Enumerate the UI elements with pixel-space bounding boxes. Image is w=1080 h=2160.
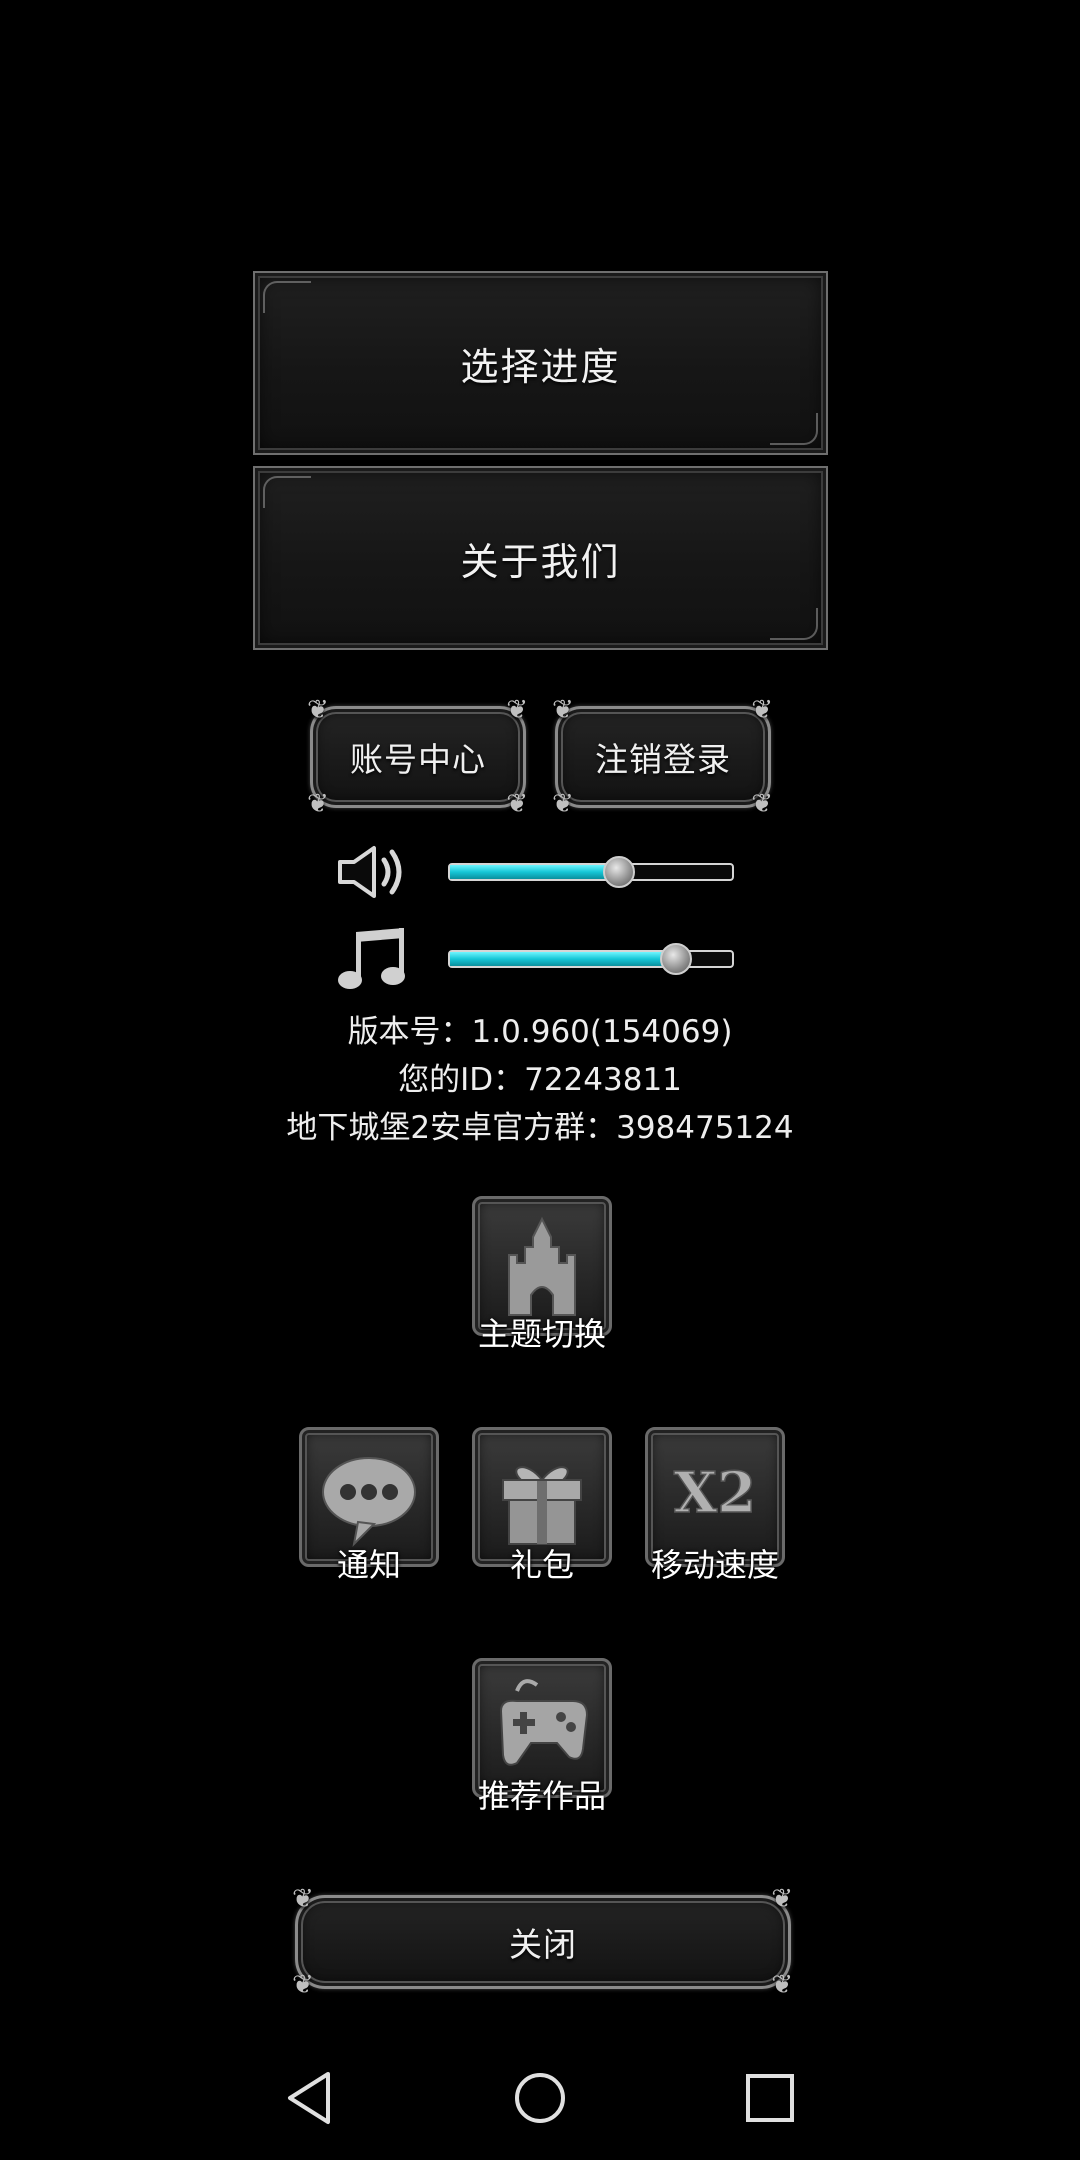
ornament-icon: ❦ bbox=[307, 695, 330, 725]
recommended-works-button[interactable]: 推荐作品 bbox=[472, 1658, 612, 1815]
close-button[interactable]: ❦ ❦ ❦ ❦ 关闭 bbox=[292, 1886, 793, 1998]
ornament-icon: ❦ bbox=[506, 789, 529, 819]
version-text: 版本号：1.0.960(154069) bbox=[347, 1014, 733, 1050]
music-note-icon bbox=[338, 928, 405, 989]
ornament-icon: ❦ bbox=[751, 695, 774, 725]
account-center-button[interactable]: ❦ ❦ ❦ ❦ 账号中心 bbox=[307, 697, 528, 817]
ornament-icon: ❦ bbox=[292, 1884, 315, 1914]
recommended-works-label: 推荐作品 bbox=[477, 1777, 606, 1815]
ornament-icon: ❦ bbox=[506, 695, 529, 725]
sound-volume-slider[interactable] bbox=[448, 856, 734, 888]
x2-speed-icon: X2 bbox=[673, 1459, 757, 1527]
official-group-text: 地下城堡2安卓官方群：398475124 bbox=[286, 1110, 794, 1146]
gift-box-icon bbox=[502, 1466, 582, 1545]
home-circle-icon[interactable] bbox=[512, 2070, 568, 2126]
ornament-icon: ❦ bbox=[751, 789, 774, 819]
gift-button[interactable]: 礼包 bbox=[472, 1427, 612, 1584]
about-us-button[interactable]: 关于我们 bbox=[253, 466, 828, 650]
select-progress-button[interactable]: 选择进度 bbox=[253, 271, 828, 455]
theme-switch-label: 主题切换 bbox=[477, 1315, 606, 1353]
music-volume-fill bbox=[450, 952, 676, 966]
close-label: 关闭 bbox=[509, 1925, 577, 1964]
logout-label: 注销登录 bbox=[595, 740, 731, 779]
select-progress-label: 选择进度 bbox=[460, 344, 621, 389]
move-speed-button[interactable]: X2 移动速度 bbox=[645, 1427, 785, 1584]
speaker-icon bbox=[338, 846, 402, 898]
music-volume-handle[interactable] bbox=[659, 943, 692, 975]
notice-button[interactable]: 通知 bbox=[299, 1427, 439, 1584]
ornament-icon: ❦ bbox=[307, 789, 330, 819]
gamepad-icon bbox=[499, 1679, 589, 1766]
account-center-label: 账号中心 bbox=[350, 740, 486, 779]
ornament-icon: ❦ bbox=[552, 695, 575, 725]
move-speed-label: 移动速度 bbox=[650, 1546, 779, 1584]
x2-badge-text: X2 bbox=[674, 1460, 756, 1526]
user-id-text: 您的ID：72243811 bbox=[398, 1062, 682, 1098]
music-volume-slider[interactable] bbox=[448, 943, 734, 975]
recent-square-icon[interactable] bbox=[744, 2072, 796, 2124]
sound-volume-fill bbox=[450, 865, 620, 879]
back-triangle-icon[interactable] bbox=[284, 2070, 334, 2126]
ornament-icon: ❦ bbox=[771, 1970, 794, 2000]
about-us-label: 关于我们 bbox=[460, 539, 621, 584]
sound-volume-handle[interactable] bbox=[603, 856, 636, 888]
ornament-icon: ❦ bbox=[771, 1884, 794, 1914]
castle-icon bbox=[508, 1216, 576, 1316]
chat-bubble-icon bbox=[322, 1457, 416, 1547]
logout-button[interactable]: ❦ ❦ ❦ ❦ 注销登录 bbox=[552, 697, 773, 817]
ornament-icon: ❦ bbox=[552, 789, 575, 819]
ornament-icon: ❦ bbox=[292, 1970, 315, 2000]
theme-switch-button[interactable]: 主题切换 bbox=[472, 1196, 612, 1353]
